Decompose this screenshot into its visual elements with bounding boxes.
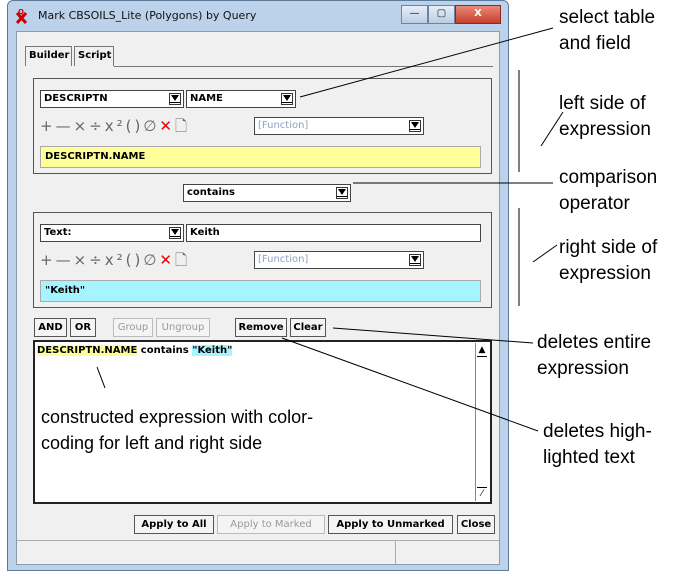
annotation-deletes-entire-line2: expression	[537, 358, 629, 379]
annotation-left-side-line1: left side of	[559, 93, 646, 114]
callout-line-constructed	[96, 366, 106, 389]
annotation-left-side-line2: expression	[559, 119, 651, 140]
annotation-deletes-high-line2: lighted text	[543, 447, 635, 468]
annotation-select-table-line2: and field	[559, 33, 631, 54]
annotation-comparison-line2: operator	[559, 193, 630, 214]
callout-line-deletes-entire	[332, 327, 534, 344]
annotation-deletes-high-line1: deletes high-	[543, 421, 652, 442]
annotation-select-table-line1: select table	[559, 7, 656, 28]
annotation-comparison-line1: comparison	[559, 167, 658, 188]
callout-line-select-table	[299, 27, 554, 98]
annotation-right-side-line2: expression	[559, 263, 651, 284]
callout-line-right-side	[532, 244, 558, 263]
annotation-deletes-entire-line1: deletes entire	[537, 332, 652, 353]
callout-lines	[96, 27, 564, 432]
annotation-right-side-line1: right side of	[559, 237, 658, 258]
callout-line-deletes-high	[281, 337, 539, 432]
